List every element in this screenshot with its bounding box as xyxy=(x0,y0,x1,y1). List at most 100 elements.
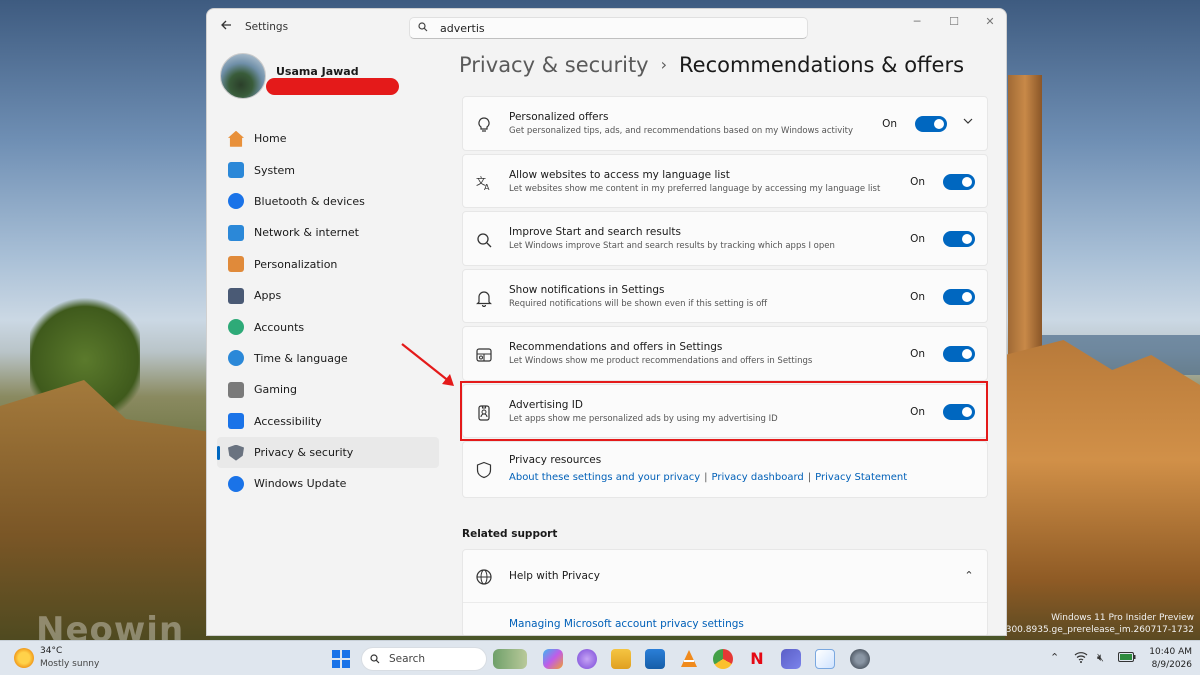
sidebar-item-label: Network & internet xyxy=(254,226,359,240)
lightbulb-icon xyxy=(478,117,490,132)
language-icon: 文A xyxy=(476,175,490,192)
close-button[interactable]: ✕ xyxy=(975,15,1005,31)
sidebar-item-label: Personalization xyxy=(254,257,338,271)
setting-description: Get personalized tips, ads, and recommen… xyxy=(509,126,854,136)
setting-card-personalized-offers[interactable]: Personalized offers Get personalized tips… xyxy=(462,96,988,151)
setting-card-allow-websites-to-access-my-language-list[interactable]: 文 A Allow websites to access my language l… xyxy=(462,153,988,208)
sidebar-item-accessibility[interactable]: Accessibility xyxy=(217,406,439,437)
sidebar-item-bluetooth-devices[interactable]: Bluetooth & devices xyxy=(217,186,439,217)
privacy-resources-card: Privacy resources About these settings an… xyxy=(462,441,988,498)
privacy-link[interactable]: Privacy Statement xyxy=(815,472,907,483)
sidebar-nav: Home System Bluetooth & devices Network & i… xyxy=(217,123,439,500)
weather-sun-icon[interactable] xyxy=(14,648,34,668)
sidebar-item-home[interactable]: Home xyxy=(217,123,439,154)
chevron-down-icon[interactable] xyxy=(961,116,975,130)
privacy-resources-title: Privacy resources xyxy=(509,454,602,466)
setting-title: Allow websites to access my language lis… xyxy=(509,168,730,181)
sidebar-item-network-internet[interactable]: Network & internet xyxy=(217,217,439,248)
netflix-icon[interactable]: N xyxy=(747,649,767,669)
start-icon[interactable] xyxy=(331,649,351,669)
toggle-switch[interactable] xyxy=(943,346,975,362)
photos-icon[interactable] xyxy=(645,649,665,669)
sidebar-item-label: Privacy & security xyxy=(254,446,354,460)
sidebar-item-accounts[interactable]: Accounts xyxy=(217,311,439,342)
chevron-up-icon[interactable]: ⌃ xyxy=(1050,651,1059,664)
vlc-icon[interactable] xyxy=(679,649,699,669)
search-input[interactable]: advertis xyxy=(409,17,808,39)
profile-name: Usama Jawad xyxy=(276,65,359,78)
taskbar-search-label: Search xyxy=(389,653,426,665)
search-icon xyxy=(477,233,492,248)
battery-icon[interactable] xyxy=(1118,652,1136,665)
maximize-button[interactable]: ☐ xyxy=(939,15,969,31)
globe-icon xyxy=(476,569,492,585)
avatar[interactable] xyxy=(220,53,266,99)
search-value: advertis xyxy=(440,22,485,35)
build-watermark-line2: uild 26300.8935.ge_prerelease_im.260717-… xyxy=(975,625,1194,635)
app-title: Settings xyxy=(245,21,289,33)
file-explorer-icon[interactable] xyxy=(611,649,631,669)
title-bar: Settings advertis ─ ☐ ✕ xyxy=(207,9,1006,45)
privacy-link[interactable]: About these settings and your privacy xyxy=(509,472,700,483)
setting-title: Recommendations and offers in Settings xyxy=(509,341,723,353)
setting-title: Personalized offers xyxy=(509,111,609,123)
divider xyxy=(463,602,987,603)
sidebar-item-label: Accounts xyxy=(254,320,305,334)
redaction-mark xyxy=(266,78,399,95)
setting-card-recommendations-and-offers-in-settings[interactable]: Recommendations and offers in Settings Le… xyxy=(462,326,988,381)
highlight-box xyxy=(460,381,988,441)
settings-gear-icon[interactable] xyxy=(850,649,870,669)
weather-temperature[interactable]: 34°C xyxy=(40,646,62,656)
minimize-button[interactable]: ─ xyxy=(902,15,932,31)
back-button[interactable] xyxy=(217,19,235,35)
toggle-switch[interactable] xyxy=(943,288,975,305)
snipping-tool-icon[interactable] xyxy=(815,649,835,669)
sidebar-item-label: Windows Update xyxy=(254,477,347,491)
help-with-privacy-card[interactable]: Help with Privacy ⌃ Managing Microsoft a… xyxy=(462,549,988,635)
copilot-icon[interactable] xyxy=(543,649,563,669)
shield-icon xyxy=(476,461,492,479)
browser-icon[interactable] xyxy=(577,649,597,669)
taskbar-search[interactable]: Search xyxy=(361,647,487,671)
toggle-state-label: On xyxy=(910,175,925,188)
breadcrumb-parent[interactable]: Privacy & security xyxy=(459,53,649,77)
wifi-icon[interactable] xyxy=(1074,651,1088,666)
toggle-switch[interactable] xyxy=(943,231,975,247)
privacy-link[interactable]: Privacy dashboard xyxy=(711,472,803,483)
volume-muted-icon[interactable]: 🔇︎ xyxy=(1097,651,1104,665)
wallpaper-tower xyxy=(1008,75,1042,375)
sidebar-item-personalization[interactable]: Personalization xyxy=(217,249,439,280)
sidebar-item-label: Apps xyxy=(254,289,282,303)
breadcrumb-chevron-icon: › xyxy=(660,55,668,74)
annotation-arrow-icon xyxy=(401,343,454,386)
chrome-icon[interactable] xyxy=(713,649,733,669)
sidebar-item-system[interactable]: System xyxy=(217,154,439,185)
bluetooth-icon xyxy=(228,193,244,210)
clock-date: 8/9/2026 xyxy=(1151,660,1192,670)
sidebar-item-privacy-security[interactable]: Privacy & security xyxy=(217,436,439,469)
setting-description: Let Windows show me product recommendati… xyxy=(509,356,813,366)
toggle-state-label: On xyxy=(882,118,897,130)
link-separator: | xyxy=(807,472,812,483)
managing-privacy-link[interactable]: Managing Microsoft account privacy setti… xyxy=(509,618,744,630)
weather-description[interactable]: Mostly sunny xyxy=(40,659,99,669)
teams-icon[interactable] xyxy=(781,649,801,669)
toggle-switch[interactable] xyxy=(943,173,975,190)
bell-icon xyxy=(476,290,492,307)
sidebar-item-apps[interactable]: Apps xyxy=(217,280,439,311)
setting-card-improve-start-and-search-results[interactable]: Improve Start and search results Let Wind… xyxy=(462,211,988,266)
widgets-icon[interactable] xyxy=(493,649,527,669)
apps-icon xyxy=(228,287,244,304)
privacy-links-row: About these settings and your privacy | Pr… xyxy=(509,472,907,483)
toggle-switch[interactable] xyxy=(915,116,947,132)
sidebar-item-label: Home xyxy=(254,132,287,146)
setting-card-show-notifications-in-settings[interactable]: Show notifications in Settings Required n… xyxy=(462,268,988,323)
sidebar-item-windows-update[interactable]: Windows Update xyxy=(217,468,439,499)
chevron-up-icon[interactable]: ⌃ xyxy=(961,568,977,584)
system-clock[interactable]: 10:40 AM 8/9/2026 xyxy=(1142,646,1192,672)
shield-icon xyxy=(228,444,244,461)
gaming-icon xyxy=(228,381,244,398)
network-icon xyxy=(228,224,244,241)
toggle-state-label: On xyxy=(910,290,925,303)
page-title: Recommendations & offers xyxy=(679,53,965,77)
